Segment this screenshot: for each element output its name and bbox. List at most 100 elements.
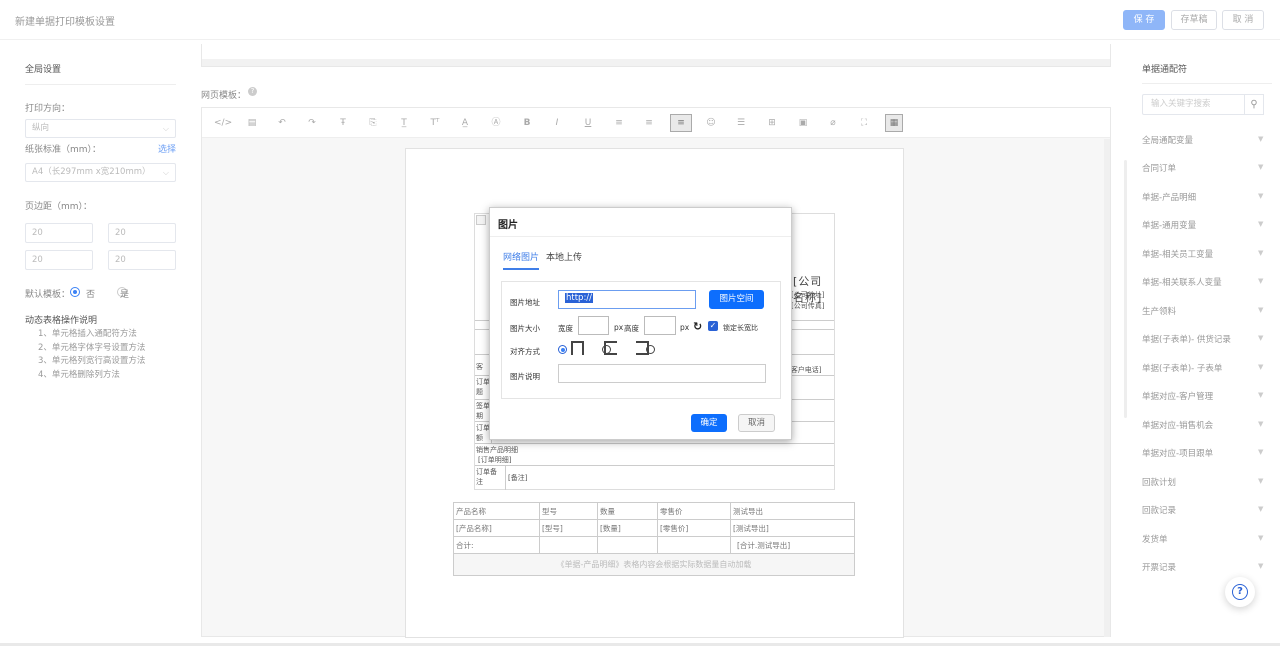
help-button[interactable]: ?: [1225, 577, 1255, 607]
align-center-icon[interactable]: ≡: [642, 116, 656, 130]
help-item[interactable]: 1、单元格插入通配符方法: [38, 328, 145, 342]
wildcard-item[interactable]: 单据(子表单)- 子表单: [1142, 362, 1222, 374]
wildcard-item[interactable]: 单据对应-销售机会: [1142, 419, 1213, 431]
wildcard-item[interactable]: 单据(子表单)- 供货记录: [1142, 333, 1231, 345]
side-label: 订单 额: [476, 424, 490, 442]
wildcard-item[interactable]: 单据对应-客户管理: [1142, 390, 1213, 402]
wildcard-item[interactable]: 单据对应-项目跟单: [1142, 447, 1213, 459]
chevron-down-icon: ▼: [1258, 505, 1264, 513]
table-cell: [型号]: [539, 519, 598, 537]
align-label: 对齐方式: [510, 347, 540, 356]
side-label: 订单 题: [476, 378, 490, 396]
tab-local-upload[interactable]: 本地上传: [546, 250, 582, 263]
paste-icon[interactable]: ⎘: [366, 116, 380, 130]
wildcard-item[interactable]: 生产领料: [1142, 305, 1176, 317]
table-cell: [测试导出]: [730, 519, 855, 537]
description-label: 图片说明: [510, 372, 540, 381]
wildcard-item[interactable]: 单据-相关联系人变量: [1142, 276, 1222, 288]
bold-icon[interactable]: B: [520, 116, 534, 130]
customer-phone: [客户电话]: [788, 366, 822, 374]
orientation-select[interactable]: 纵向 ⌵: [25, 119, 176, 138]
margin-bottom-input[interactable]: 20: [108, 223, 176, 243]
description-input[interactable]: [558, 364, 766, 383]
height-label: 高度: [624, 324, 639, 333]
wildcard-item[interactable]: 全局通配变量: [1142, 134, 1193, 146]
search-placeholder: 输入关键字搜索: [1151, 99, 1211, 109]
refresh-icon[interactable]: ↻: [693, 320, 702, 333]
fullscreen-icon[interactable]: ⛶: [857, 116, 871, 130]
margin-left-input[interactable]: 20: [25, 250, 93, 270]
image-icon[interactable]: ▣: [796, 116, 810, 130]
lock-ratio-checkbox[interactable]: ✓: [708, 321, 718, 331]
chevron-down-icon: ▼: [1258, 534, 1264, 542]
url-label: 图片地址: [510, 298, 540, 307]
wildcard-panel: 单据通配符 输入关键字搜索 ⚲ 全局通配变量 ▼ 合同订单 ▼ 单据-产品明细 …: [1124, 41, 1280, 641]
ok-button[interactable]: 确定: [691, 414, 727, 432]
paper-choose-link[interactable]: 选择: [158, 142, 176, 155]
wildcard-item[interactable]: 回款记录: [1142, 504, 1176, 516]
chevron-down-icon: ⌵: [162, 168, 169, 177]
default-no-label: 否: [86, 290, 96, 300]
total-value: [合计.测试导出]: [730, 536, 855, 554]
font-color-icon[interactable]: A̲: [458, 116, 472, 130]
paper-select[interactable]: A4（长297mm x宽210mm） ⌵: [25, 163, 176, 182]
row-line: [475, 443, 834, 444]
chevron-down-icon: ▼: [1258, 363, 1264, 371]
cancel-dialog-button[interactable]: 取消: [738, 414, 775, 432]
paper-value: A4（长297mm x宽210mm）: [32, 167, 151, 177]
help-item[interactable]: 3、单元格列宽行高设置方法: [38, 355, 145, 369]
grid-icon[interactable]: ▦: [885, 114, 903, 132]
wildcard-item[interactable]: 开票记录: [1142, 561, 1176, 573]
image-space-button[interactable]: 图片空间: [709, 290, 764, 309]
question-icon[interactable]: ?: [248, 87, 257, 96]
help-item[interactable]: 2、单元格字体字号设置方法: [38, 342, 145, 356]
row-line: [475, 465, 834, 466]
chevron-down-icon: ▼: [1258, 562, 1264, 570]
url-input[interactable]: http://: [558, 290, 696, 309]
panel-scrollbar[interactable]: [1124, 160, 1127, 418]
strip-scrollbar[interactable]: [202, 59, 1110, 66]
wildcard-item[interactable]: 发货单: [1142, 533, 1168, 545]
search-icon[interactable]: ⚲: [1244, 94, 1264, 115]
underline-text-icon[interactable]: T̲: [397, 116, 411, 130]
chevron-down-icon: ▼: [1258, 420, 1264, 428]
background-color-icon[interactable]: Ⓐ: [489, 116, 503, 130]
save-draft-button[interactable]: 存草稿: [1171, 10, 1217, 30]
height-input[interactable]: [644, 316, 676, 335]
redo-icon[interactable]: ↷: [305, 116, 319, 130]
width-input[interactable]: [578, 316, 609, 335]
table-cell: [657, 536, 731, 554]
underline-icon[interactable]: U: [581, 116, 595, 130]
margin-right-input[interactable]: 20: [108, 250, 176, 270]
wildcard-item[interactable]: 单据-产品明细: [1142, 191, 1196, 203]
table-total-row: 合计: [合计.测试导出]: [453, 536, 855, 554]
default-no-radio[interactable]: [70, 287, 80, 297]
wildcard-item[interactable]: 单据-通用变量: [1142, 219, 1196, 231]
code-icon[interactable]: </>: [214, 116, 232, 130]
chevron-down-icon: ▼: [1258, 135, 1264, 143]
table-cell: [零售价]: [657, 519, 731, 537]
font-size-icon[interactable]: Tᵀ: [428, 116, 442, 130]
wildcard-item[interactable]: 合同订单: [1142, 162, 1176, 174]
align-none-radio[interactable]: [558, 345, 567, 354]
margin-top-input[interactable]: 20: [25, 223, 93, 243]
template-icon[interactable]: ▤: [245, 116, 259, 130]
table-icon[interactable]: ⊞: [765, 116, 779, 130]
attachment-icon[interactable]: ⌀: [826, 116, 840, 130]
col-line: [505, 465, 506, 490]
emoji-icon[interactable]: ☺: [704, 116, 718, 130]
italic-icon[interactable]: I: [550, 116, 564, 130]
format-icon[interactable]: Ŧ: [336, 116, 350, 130]
wildcard-item[interactable]: 单据-相关员工变量: [1142, 248, 1213, 260]
hr-icon[interactable]: ☰: [734, 116, 748, 130]
save-button[interactable]: 保 存: [1123, 10, 1165, 30]
chevron-down-icon: ▼: [1258, 192, 1264, 200]
editor-scrollbar[interactable]: [1104, 139, 1110, 637]
tab-web-image[interactable]: 网络图片: [503, 250, 539, 263]
align-right-icon[interactable]: ≡: [670, 114, 692, 132]
wildcard-item[interactable]: 回款计划: [1142, 476, 1176, 488]
undo-icon[interactable]: ↶: [275, 116, 289, 130]
help-item[interactable]: 4、单元格删除列方法: [38, 369, 145, 383]
cancel-button[interactable]: 取 消: [1222, 10, 1264, 30]
align-left-icon[interactable]: ≡: [612, 116, 626, 130]
